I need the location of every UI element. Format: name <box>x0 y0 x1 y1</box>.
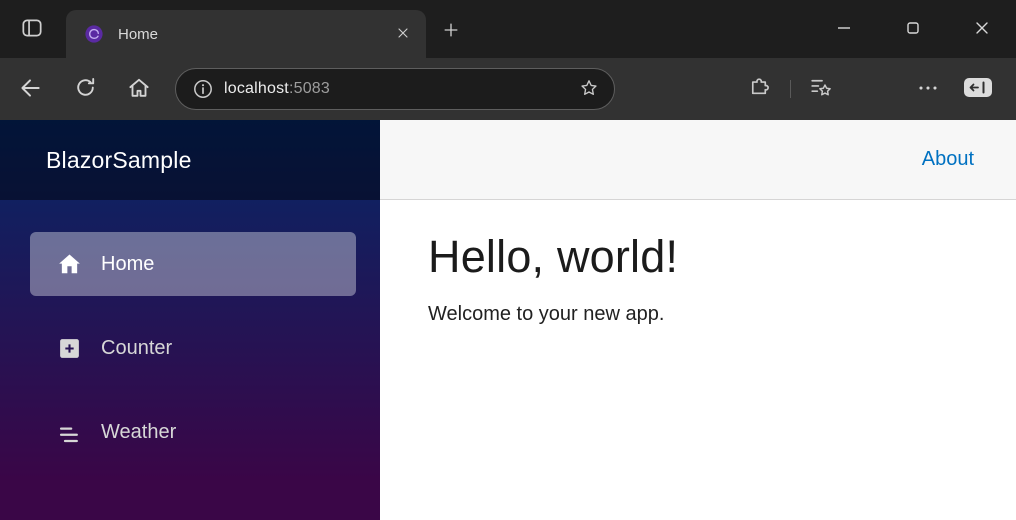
tab-actions-button[interactable] <box>16 14 48 44</box>
refresh-button[interactable] <box>67 71 103 107</box>
content-article: Hello, world! Welcome to your new app. <box>380 200 1016 357</box>
house-icon <box>56 251 83 278</box>
close-icon <box>395 25 411 44</box>
main-content: About Hello, world! Welcome to your new … <box>380 120 1016 520</box>
nav-label: Weather <box>101 420 177 443</box>
star-icon <box>578 77 600 102</box>
refresh-icon <box>73 75 98 103</box>
page-title: Hello, world! <box>428 231 679 282</box>
extensions-button[interactable] <box>740 71 776 107</box>
home-icon <box>126 75 152 104</box>
tab-strip: Home <box>0 0 1016 58</box>
close-window-button[interactable] <box>947 0 1016 58</box>
close-icon <box>970 16 994 43</box>
tab-actions-icon <box>19 15 45 44</box>
nav-label: Home <box>101 252 155 275</box>
back-arrow-icon <box>17 75 43 104</box>
favorites-button[interactable] <box>802 71 838 107</box>
favorites-list-star-icon <box>808 75 833 103</box>
nav-label: Counter <box>101 336 173 359</box>
maximize-button[interactable] <box>878 0 947 58</box>
nav-menu: Home Counter Weather <box>0 200 380 464</box>
app-brand-link[interactable]: BlazorSample <box>46 147 192 174</box>
sidebar-item-weather[interactable]: Weather <box>30 400 356 464</box>
minimize-button[interactable] <box>809 0 878 58</box>
welcome-text: Welcome to your new app. <box>428 303 665 325</box>
address-bar[interactable]: localhost:5083 <box>175 68 615 110</box>
sidebar-item-counter[interactable]: Counter <box>30 316 356 380</box>
ellipsis-icon <box>916 76 940 103</box>
settings-menu-button[interactable] <box>910 71 946 107</box>
new-tab-button[interactable] <box>436 16 466 46</box>
blazor-logo-icon <box>84 24 104 44</box>
page-viewport: BlazorSample Home Counter Weather About … <box>0 120 1016 520</box>
minimize-icon <box>832 16 856 43</box>
brand-row: BlazorSample <box>0 120 380 200</box>
plus-icon <box>441 20 461 43</box>
url-port: :5083 <box>288 80 330 97</box>
url-text[interactable]: localhost:5083 <box>224 80 330 98</box>
add-favorite-button[interactable] <box>574 74 604 104</box>
browser-toolbar: localhost:5083 <box>0 58 1016 120</box>
sidebar-panel-icon <box>962 74 994 104</box>
sidebar-toggle-button[interactable] <box>960 71 996 107</box>
browser-window: Home localhost:5083 BlazorSample Home Co… <box>0 0 1016 520</box>
sidebar-item-home[interactable]: Home <box>30 232 356 296</box>
tab-title: Home <box>118 25 159 43</box>
maximize-icon <box>901 16 925 43</box>
toolbar-divider <box>790 80 791 98</box>
site-info-icon[interactable] <box>190 76 216 102</box>
list-icon <box>56 419 83 446</box>
back-button[interactable] <box>12 71 48 107</box>
puzzle-icon <box>746 75 771 103</box>
browser-home-button[interactable] <box>121 71 157 107</box>
plus-square-icon <box>56 335 83 362</box>
tab-close-button[interactable] <box>390 21 416 47</box>
browser-tab-home[interactable]: Home <box>66 10 426 58</box>
url-host: localhost <box>224 80 289 97</box>
window-controls <box>809 0 1016 58</box>
top-row: About <box>380 120 1016 200</box>
about-link[interactable]: About <box>922 148 974 171</box>
app-sidebar: BlazorSample Home Counter Weather <box>0 120 380 520</box>
